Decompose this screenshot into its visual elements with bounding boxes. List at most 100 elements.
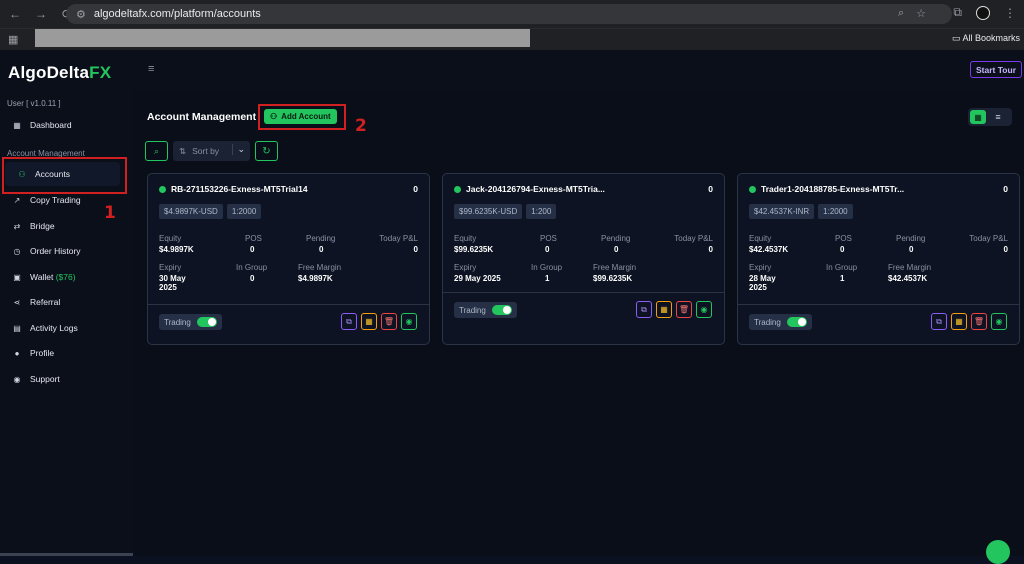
- account-card: Trader1-204188785-Exness-MT5Tr... 0 $42.…: [737, 173, 1020, 345]
- calendar-icon[interactable]: ▦: [951, 313, 967, 330]
- copy-icon[interactable]: ⧉: [636, 301, 652, 318]
- sidebar-item-dashboard[interactable]: ▦ Dashboard: [0, 113, 133, 137]
- sidebar-item-order-history[interactable]: ◷ Order History: [0, 239, 133, 263]
- chat-widget-icon[interactable]: [986, 540, 1010, 564]
- balance-tag: $42.4537K-INR: [749, 204, 815, 219]
- annotation-box-accounts: [2, 157, 127, 194]
- sort-by-select[interactable]: ⇅ Sort by ⌄: [173, 141, 250, 161]
- account-title[interactable]: RB-271153226-Exness-MT5Trial14: [159, 184, 308, 194]
- expiry-stat: Expiry 28 May 2025: [749, 263, 776, 292]
- pending-stat: Pending 0: [306, 234, 336, 254]
- expiry-stat: Expiry 29 May 2025: [454, 263, 501, 283]
- sidebar-item-wallet[interactable]: ▣ Wallet ($76): [0, 265, 133, 289]
- refresh-icon: ↻: [262, 145, 271, 157]
- copy-icon[interactable]: ⧉: [931, 313, 947, 330]
- search-button[interactable]: ⌕: [145, 141, 168, 161]
- bookmark-star-icon[interactable]: ☆: [916, 7, 926, 20]
- account-count: 0: [708, 184, 713, 194]
- account-count: 0: [1003, 184, 1008, 194]
- account-name: Jack-204126794-Exness-MT5Tria...: [466, 184, 605, 194]
- sidebar-item-label: Bridge: [30, 221, 55, 231]
- toggle-switch[interactable]: [786, 317, 807, 327]
- browser-menu-icon[interactable]: ⋮: [1004, 6, 1016, 20]
- account-count: 0: [413, 184, 418, 194]
- refresh-button[interactable]: ↻: [255, 141, 278, 161]
- sort-by-placeholder: Sort by: [192, 146, 220, 156]
- share-icon: ⋖: [13, 297, 21, 307]
- toggle-switch[interactable]: [196, 317, 217, 327]
- account-title[interactable]: Trader1-204188785-Exness-MT5Tr...: [749, 184, 904, 194]
- card-divider: [443, 292, 724, 293]
- redacted-bookmarks: [35, 29, 530, 47]
- menu-icon[interactable]: ≡: [148, 63, 154, 75]
- sidebar-item-label: Support: [30, 374, 60, 384]
- copy-icon[interactable]: ⧉: [341, 313, 357, 330]
- today-pl-stat: Today P&L 0: [674, 234, 713, 254]
- profile-icon: ●: [14, 348, 20, 358]
- app-logo[interactable]: AlgoDeltaFX: [8, 63, 111, 83]
- sidebar-item-label: Profile: [30, 348, 55, 358]
- equity-stat: Equity $99.6235K: [454, 234, 494, 254]
- grid-view-icon[interactable]: ▦: [970, 110, 986, 124]
- eye-icon[interactable]: ◉: [991, 313, 1007, 330]
- sidebar-item-activity-logs[interactable]: ▤ Activity Logs: [0, 316, 133, 340]
- content-panel: Account Management ⚇ Add Account ▦ ≡ ⌕ ⇅…: [133, 90, 1024, 564]
- delete-icon[interactable]: 🗑: [676, 301, 692, 318]
- back-icon[interactable]: ←: [8, 7, 22, 21]
- pending-stat: Pending 0: [601, 234, 631, 254]
- annotation-box-add-account: [258, 104, 346, 130]
- delete-icon[interactable]: 🗑: [381, 313, 397, 330]
- pos-stat: POS 0: [540, 234, 557, 254]
- pending-stat: Pending 0: [896, 234, 926, 254]
- free-margin-stat: Free Margin $4.9897K: [298, 263, 342, 283]
- forward-icon[interactable]: →: [34, 7, 48, 21]
- leverage-tag: 1:2000: [226, 204, 262, 219]
- chevron-down-icon: ⌄: [232, 144, 245, 155]
- eye-icon[interactable]: ◉: [696, 301, 712, 318]
- url-text: algodeltafx.com/platform/accounts: [93, 8, 261, 20]
- support-icon: ◉: [13, 374, 21, 384]
- activity-logs-icon: ▤: [13, 323, 21, 333]
- apps-grid-icon[interactable]: ▦: [8, 33, 18, 46]
- in-group-stat: In Group 1: [531, 263, 563, 283]
- toggle-switch[interactable]: [491, 305, 512, 315]
- site-info-icon[interactable]: ⚙: [76, 8, 86, 21]
- balance-tag: $99.6235K-USD: [454, 204, 523, 219]
- start-tour-button[interactable]: Start Tour: [970, 61, 1022, 78]
- card-actions: ⧉ ▦ 🗑 ◉: [341, 313, 417, 330]
- annotation-label-2: 2: [355, 116, 367, 136]
- wallet-icon: ▣: [13, 272, 21, 282]
- expiry-stat: Expiry 30 May 2025: [159, 263, 186, 292]
- sidebar-item-support[interactable]: ◉ Support: [0, 367, 133, 391]
- profile-avatar[interactable]: [976, 5, 990, 20]
- calendar-icon[interactable]: ▦: [656, 301, 672, 318]
- card-actions: ⧉ ▦ 🗑 ◉: [636, 301, 712, 318]
- free-margin-stat: Free Margin $42.4537K: [888, 263, 932, 283]
- status-dot-icon: [454, 185, 461, 193]
- today-pl-stat: Today P&L 0: [969, 234, 1008, 254]
- account-title[interactable]: Jack-204126794-Exness-MT5Tria...: [454, 184, 605, 194]
- in-group-stat: In Group 1: [826, 263, 858, 283]
- sort-icon: ⇅: [179, 145, 187, 156]
- sidebar-item-label: Activity Logs: [30, 323, 78, 333]
- trading-toggle[interactable]: Trading: [749, 314, 812, 330]
- status-dot-icon: [749, 185, 756, 193]
- trading-toggle[interactable]: Trading: [159, 314, 222, 330]
- trading-toggle[interactable]: Trading: [454, 302, 517, 318]
- delete-icon[interactable]: 🗑: [971, 313, 987, 330]
- extensions-icon[interactable]: ⧉: [953, 5, 962, 20]
- all-bookmarks-link[interactable]: ▭ All Bookmarks: [952, 33, 1020, 44]
- sidebar-item-referral[interactable]: ⋖ Referral: [0, 290, 133, 314]
- balance-tag: $4.9897K-USD: [159, 204, 223, 219]
- zoom-icon[interactable]: ⌕: [898, 7, 904, 20]
- sidebar: AlgoDeltaFX User [ v1.0.11 ] ▦ Dashboard…: [0, 50, 133, 556]
- calendar-icon[interactable]: ▦: [361, 313, 377, 330]
- sidebar-item-label: Copy Trading: [30, 195, 81, 205]
- copy-trading-icon: ↗: [13, 195, 21, 205]
- status-dot-icon: [159, 185, 166, 193]
- address-bar[interactable]: ⚙ algodeltafx.com/platform/accounts: [66, 4, 952, 24]
- eye-icon[interactable]: ◉: [401, 313, 417, 330]
- sidebar-item-profile[interactable]: ● Profile: [0, 341, 133, 365]
- equity-stat: Equity $42.4537K: [749, 234, 789, 254]
- list-view-icon[interactable]: ≡: [990, 110, 1006, 124]
